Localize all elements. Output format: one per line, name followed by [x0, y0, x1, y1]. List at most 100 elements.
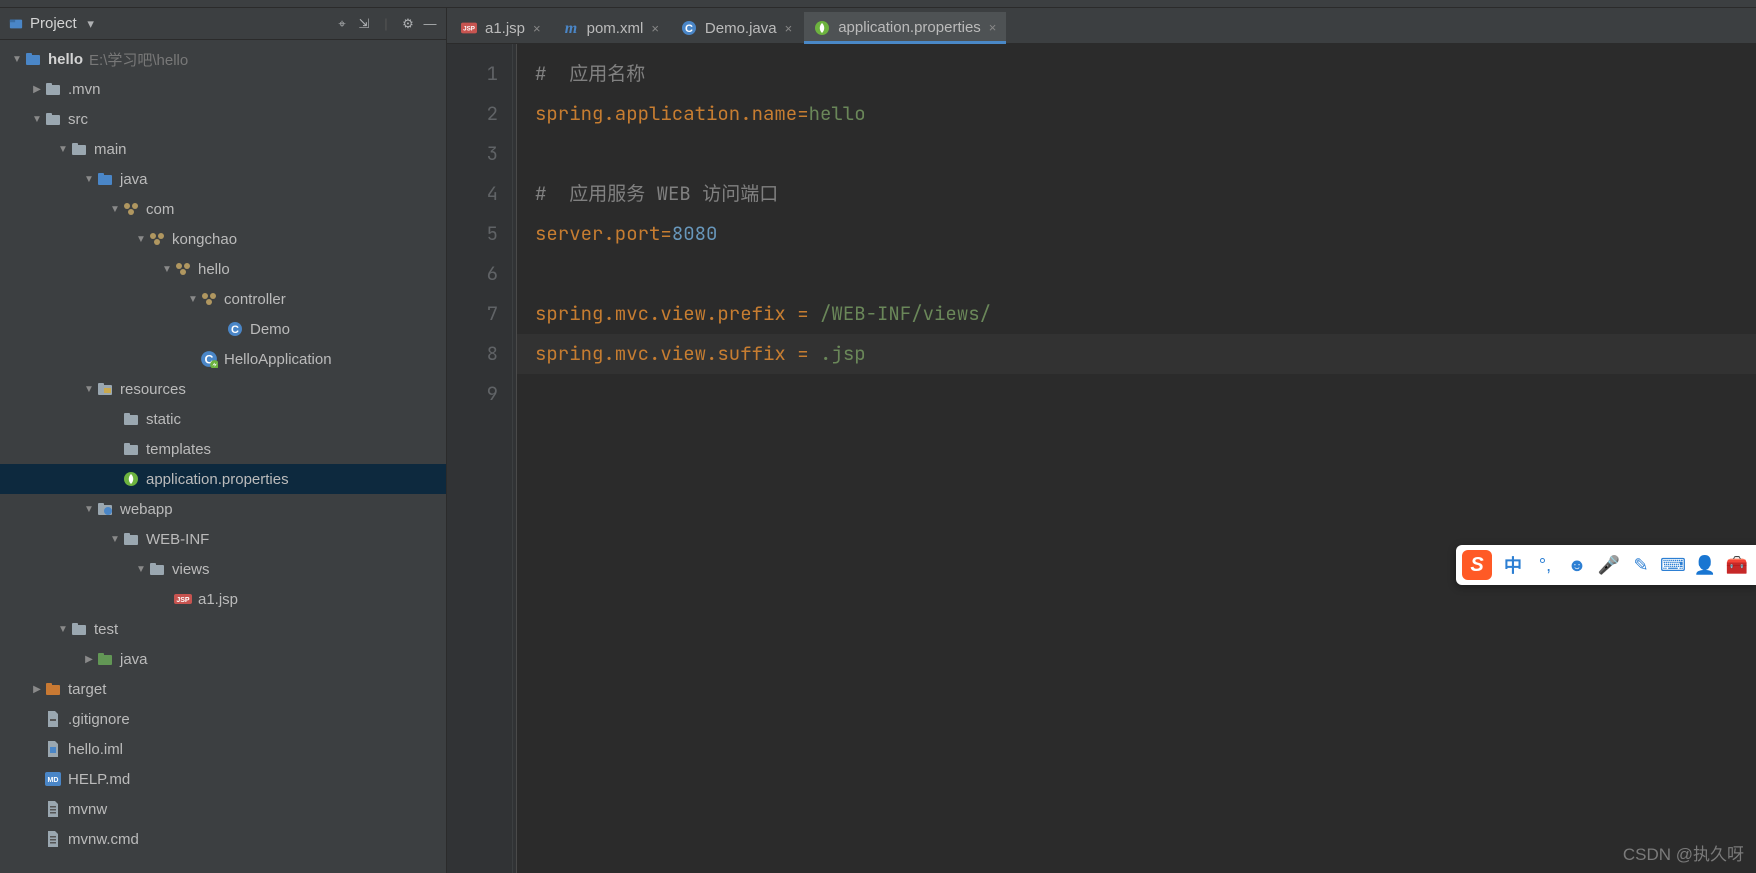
ime-toolbox-icon[interactable]: 🧰: [1726, 554, 1748, 576]
chevron-right-icon[interactable]: ▶: [30, 684, 44, 695]
close-icon[interactable]: ×: [533, 21, 541, 36]
ime-skin-icon[interactable]: ✎: [1630, 554, 1652, 576]
tree-item-mvn[interactable]: ▶ .mvn: [0, 74, 446, 104]
code-line: # 应用服务 WEB 访问端口: [535, 174, 1756, 214]
tree-item-gitignore[interactable]: .gitignore: [0, 704, 446, 734]
code-line: spring.mvc.view.prefix = /WEB-INF/views/: [535, 294, 1756, 334]
ime-voice-icon[interactable]: 🎤: [1598, 554, 1620, 576]
chevron-down-icon[interactable]: ▼: [134, 234, 148, 245]
project-tree[interactable]: ▼ hello E:\学习吧\hello ▶ .mvn ▼ src ▼: [0, 40, 446, 873]
source-folder-icon: [96, 170, 114, 188]
folder-icon: [122, 440, 140, 458]
chevron-down-icon[interactable]: ▼: [160, 264, 174, 275]
tree-label: java: [120, 171, 148, 188]
tree-item-target[interactable]: ▶ target: [0, 674, 446, 704]
chevron-right-icon[interactable]: ▶: [30, 84, 44, 95]
settings-icon[interactable]: ⚙: [400, 16, 416, 32]
tree-label: controller: [224, 291, 286, 308]
code-line-current: spring.mvc.view.suffix = .jsp: [517, 334, 1756, 374]
tree-label: main: [94, 141, 127, 158]
top-menu-bar: [0, 0, 1756, 8]
tree-item-templates[interactable]: templates: [0, 434, 446, 464]
tree-item-webapp[interactable]: ▼ webapp: [0, 494, 446, 524]
close-icon[interactable]: ×: [989, 20, 997, 35]
tree-root-hello[interactable]: ▼ hello E:\学习吧\hello: [0, 44, 446, 74]
tree-item-controller[interactable]: ▼ controller: [0, 284, 446, 314]
tree-label: HelloApplication: [224, 351, 332, 368]
code-line: spring.application.name=hello: [535, 94, 1756, 134]
ime-user-icon[interactable]: 👤: [1694, 554, 1716, 576]
tree-label: mvnw: [68, 801, 107, 818]
chevron-down-icon[interactable]: ▼: [108, 204, 122, 215]
ime-punct-icon[interactable]: °,: [1534, 554, 1556, 576]
tree-item-helpmd[interactable]: MD HELP.md: [0, 764, 446, 794]
tab-label: Demo.java: [705, 20, 777, 37]
spring-properties-icon: [122, 470, 140, 488]
chevron-down-icon[interactable]: ▼: [134, 564, 148, 575]
chevron-down-icon[interactable]: ▼: [82, 174, 96, 185]
tree-item-com[interactable]: ▼ com: [0, 194, 446, 224]
tree-label: resources: [120, 381, 186, 398]
tree-item-views[interactable]: ▼ views: [0, 554, 446, 584]
expand-all-icon[interactable]: ⇲: [356, 16, 372, 32]
code-line: [535, 134, 1756, 174]
tab-application-properties[interactable]: application.properties ×: [804, 12, 1006, 44]
chevron-right-icon[interactable]: ▶: [82, 654, 96, 665]
chevron-down-icon[interactable]: ▾: [83, 16, 99, 32]
close-icon[interactable]: ×: [785, 21, 793, 36]
excluded-folder-icon: [44, 680, 62, 698]
tree-label: target: [68, 681, 106, 698]
code-content[interactable]: # 应用名称 spring.application.name=hello # 应…: [517, 44, 1756, 873]
tree-item-webinf[interactable]: ▼ WEB-INF: [0, 524, 446, 554]
package-icon: [122, 200, 140, 218]
line-number: 4: [447, 174, 498, 214]
chevron-down-icon[interactable]: ▼: [108, 534, 122, 545]
tab-a1jsp[interactable]: JSP a1.jsp ×: [451, 11, 551, 43]
tree-item-main[interactable]: ▼ main: [0, 134, 446, 164]
folder-icon: [148, 560, 166, 578]
sogou-logo-icon[interactable]: S: [1462, 550, 1492, 580]
resources-folder-icon: [96, 380, 114, 398]
tree-item-java[interactable]: ▼ java: [0, 164, 446, 194]
tree-item-application-properties[interactable]: application.properties: [0, 464, 446, 494]
tree-item-static[interactable]: static: [0, 404, 446, 434]
ime-keyboard-icon[interactable]: ⌨: [1662, 554, 1684, 576]
minimize-icon[interactable]: —: [422, 16, 438, 32]
tree-item-mvnw[interactable]: mvnw: [0, 794, 446, 824]
ime-emoji-icon[interactable]: ☻: [1566, 554, 1588, 576]
tree-label: views: [172, 561, 210, 578]
chevron-down-icon[interactable]: ▼: [56, 144, 70, 155]
locate-icon[interactable]: ⌖: [334, 16, 350, 32]
chevron-down-icon[interactable]: ▼: [82, 384, 96, 395]
tree-item-mvnwcmd[interactable]: mvnw.cmd: [0, 824, 446, 854]
watermark: CSDN @执久呀: [1623, 840, 1744, 865]
ime-toolbar[interactable]: S 中 °, ☻ 🎤 ✎ ⌨ 👤 🧰: [1456, 545, 1756, 585]
chevron-down-icon[interactable]: ▼: [10, 54, 24, 65]
class-icon: C: [226, 320, 244, 338]
tree-item-test[interactable]: ▼ test: [0, 614, 446, 644]
tree-item-demo[interactable]: C Demo: [0, 314, 446, 344]
ime-lang-toggle[interactable]: 中: [1502, 554, 1524, 576]
project-view-selector[interactable]: Project ▾: [8, 15, 165, 32]
chevron-down-icon[interactable]: ▼: [82, 504, 96, 515]
tree-item-resources[interactable]: ▼ resources: [0, 374, 446, 404]
tree-item-src[interactable]: ▼ src: [0, 104, 446, 134]
chevron-down-icon[interactable]: ▼: [186, 294, 200, 305]
chevron-down-icon[interactable]: ▼: [56, 624, 70, 635]
tab-demojava[interactable]: C Demo.java ×: [671, 11, 802, 43]
tree-item-hello-pkg[interactable]: ▼ hello: [0, 254, 446, 284]
tree-item-test-java[interactable]: ▶ java: [0, 644, 446, 674]
tab-pomxml[interactable]: m pom.xml ×: [553, 11, 669, 43]
tree-item-helloapplication[interactable]: C HelloApplication: [0, 344, 446, 374]
code-editor[interactable]: 1 2 3 4 5 6 7 8 9 # 应用名称 spring.applicat…: [447, 44, 1756, 873]
close-icon[interactable]: ×: [651, 21, 659, 36]
svg-text:C: C: [685, 23, 693, 35]
jsp-file-icon: JSP: [461, 20, 477, 36]
tree-item-kongchao[interactable]: ▼ kongchao: [0, 224, 446, 254]
tree-item-helloiml[interactable]: hello.iml: [0, 734, 446, 764]
tree-item-a1jsp[interactable]: JSP a1.jsp: [0, 584, 446, 614]
package-icon: [200, 290, 218, 308]
tree-label: java: [120, 651, 148, 668]
project-icon: [8, 16, 24, 32]
chevron-down-icon[interactable]: ▼: [30, 114, 44, 125]
